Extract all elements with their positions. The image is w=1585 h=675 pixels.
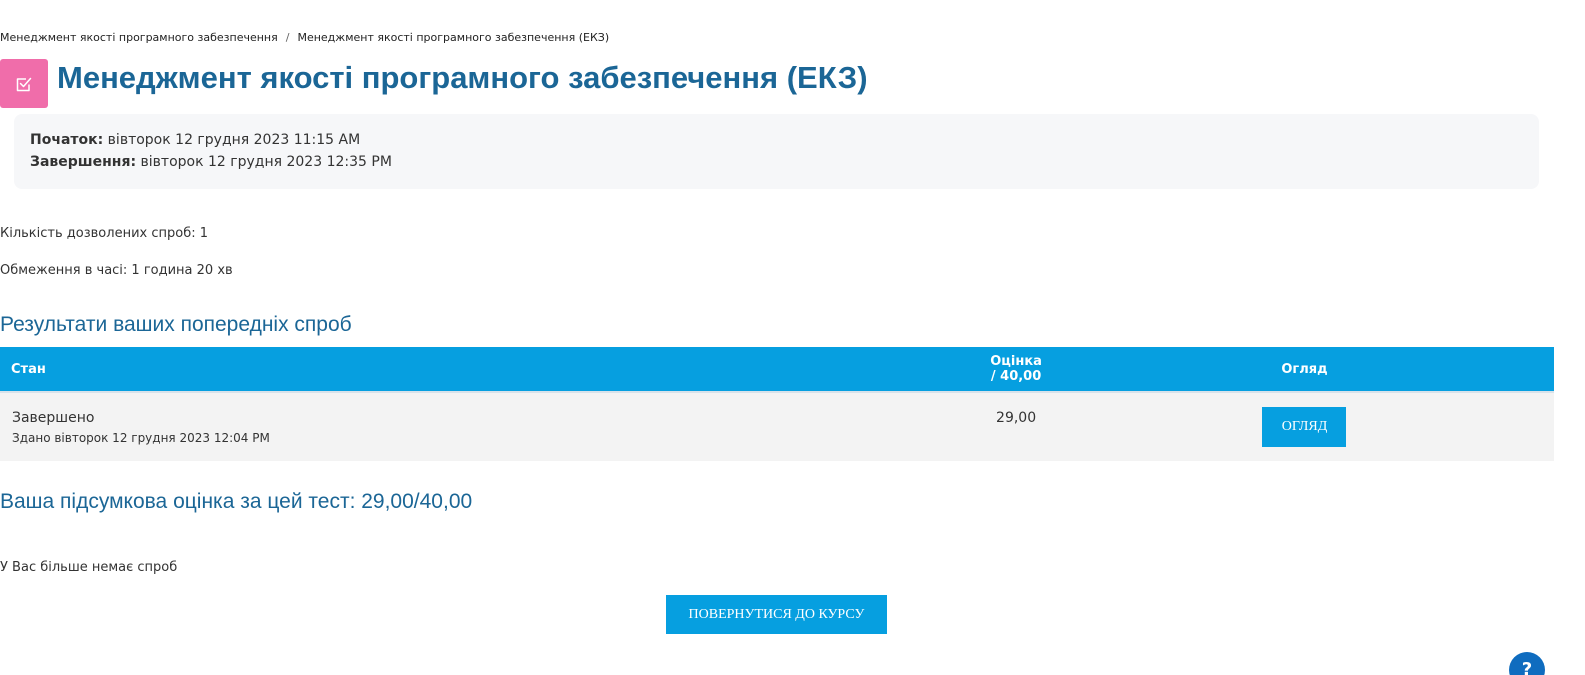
close-date-value: вівторок 12 грудня 2023 12:35 PM — [136, 154, 392, 170]
no-more-attempts-text: У Вас більше немає спроб — [0, 560, 178, 575]
final-grade-heading: Ваша підсумкова оцінка за цей тест: 29,0… — [0, 490, 473, 513]
checkbox-check-icon — [16, 77, 32, 91]
attempt-grade-cell: 29,00 — [977, 392, 1055, 461]
attempt-review-cell: ОГЛЯД — [1054, 392, 1554, 461]
attempts-summary-table: Стан Оцінка / 40,00 Огляд Завершено Здан… — [0, 347, 1554, 461]
page-title: Менеджмент якості програмного забезпечен… — [57, 60, 868, 95]
review-button[interactable]: ОГЛЯД — [1262, 407, 1347, 447]
help-button[interactable]: ? — [1509, 652, 1545, 675]
column-header-state: Стан — [0, 347, 978, 393]
column-header-review: Огляд — [1054, 347, 1554, 393]
open-date-label: Початок: — [30, 132, 104, 148]
quiz-dates-box: Початок: вівторок 12 грудня 2023 11:15 A… — [14, 114, 1539, 189]
attempt-state: Завершено — [12, 410, 95, 426]
column-header-grade: Оцінка / 40,00 — [977, 347, 1055, 393]
quiz-open-date: Початок: вівторок 12 грудня 2023 11:15 A… — [30, 132, 360, 148]
breadcrumb-separator: / — [285, 31, 290, 44]
close-date-label: Завершення: — [30, 154, 137, 170]
quiz-view-page: Менеджмент якості програмного забезпечен… — [0, 0, 1585, 675]
breadcrumb: Менеджмент якості програмного забезпечен… — [0, 31, 609, 44]
time-limit-text: Обмеження в часі: 1 година 20 хв — [0, 263, 233, 278]
quiz-checkbox-icon — [0, 59, 48, 108]
quiz-close-date: Завершення: вівторок 12 грудня 2023 12:3… — [30, 154, 392, 170]
back-to-course-button[interactable]: ПОВЕРНУТИСЯ ДО КУРСУ — [666, 595, 887, 634]
attempt-state-cell: Завершено Здано вівторок 12 грудня 2023 … — [0, 392, 978, 461]
breadcrumb-course-link[interactable]: Менеджмент якості програмного забезпечен… — [0, 31, 278, 44]
attempts-summary-heading: Результати ваших попередніх спроб — [0, 313, 352, 336]
open-date-value: вівторок 12 грудня 2023 11:15 AM — [103, 132, 361, 148]
attempt-submitted-date: Здано вівторок 12 грудня 2023 12:04 PM — [12, 431, 270, 445]
table-header-row: Стан Оцінка / 40,00 Огляд — [0, 347, 1554, 393]
table-row: Завершено Здано вівторок 12 грудня 2023 … — [0, 392, 1554, 461]
breadcrumb-quiz-link[interactable]: Менеджмент якості програмного забезпечен… — [297, 31, 609, 44]
attempt-grade: 29,00 — [996, 410, 1037, 426]
attempts-allowed-text: Кількість дозволених спроб: 1 — [0, 226, 208, 241]
